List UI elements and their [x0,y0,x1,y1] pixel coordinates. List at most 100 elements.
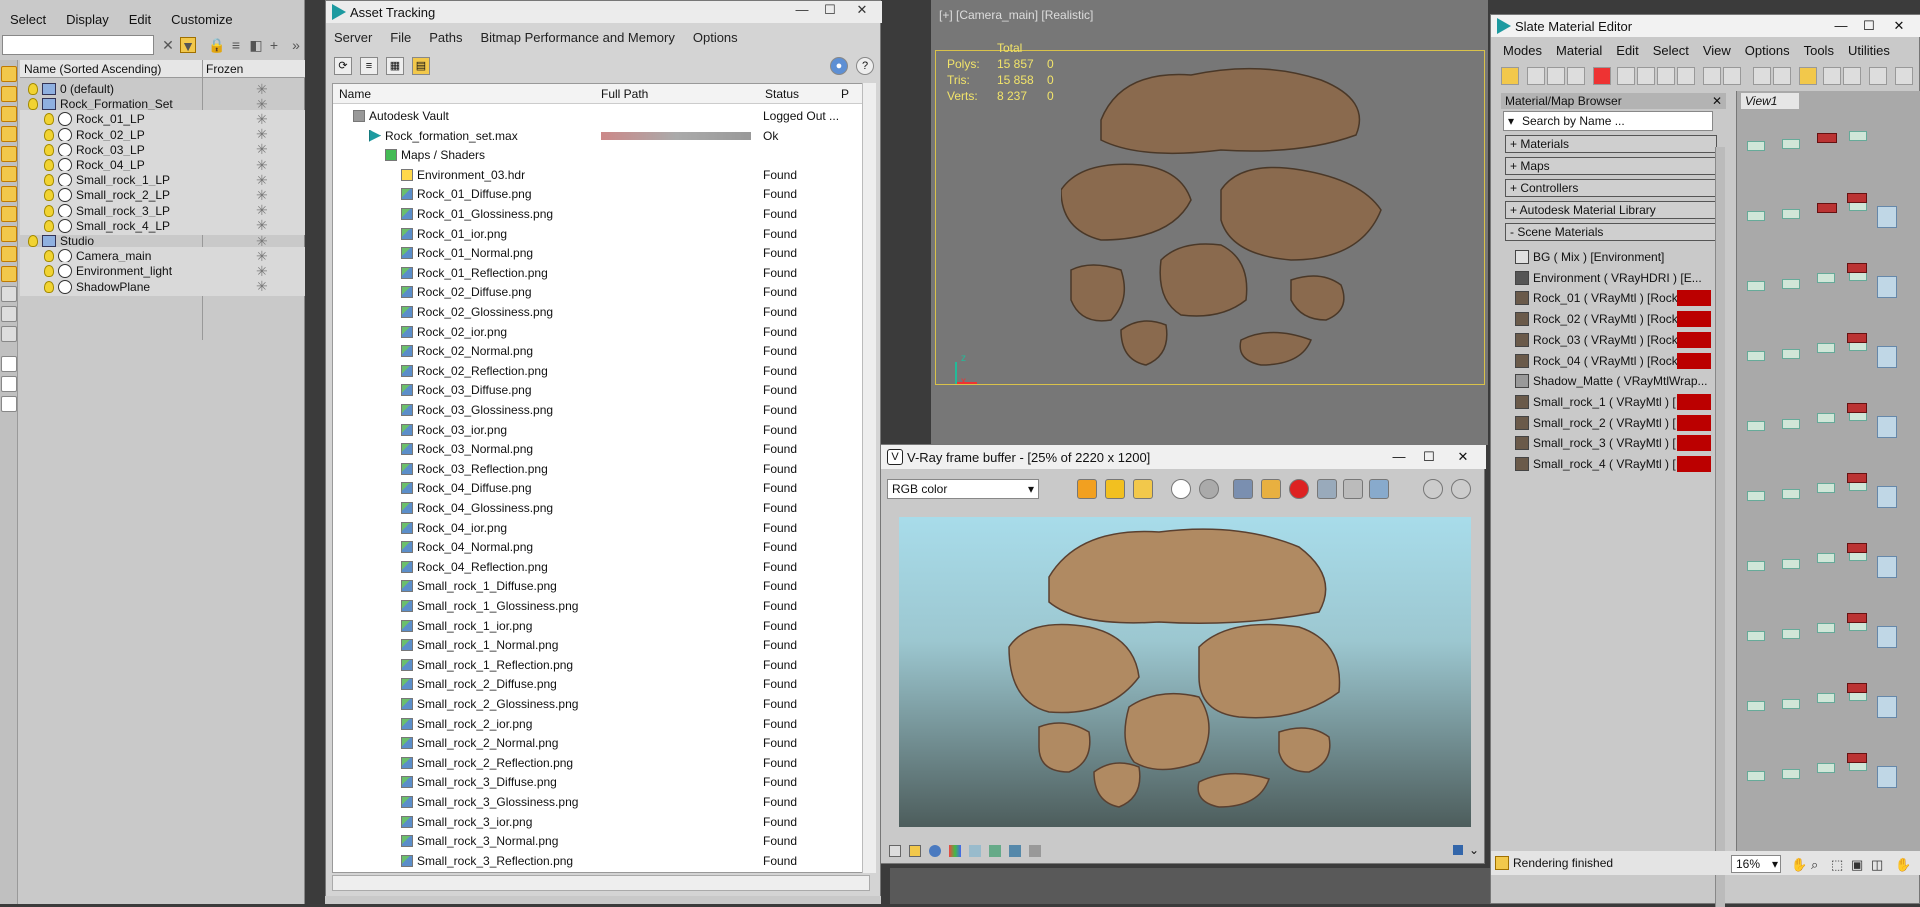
mono-channel-toggle[interactable] [1199,479,1219,499]
view-tab[interactable]: View1 [1741,93,1799,109]
group-icon[interactable] [1,206,17,222]
camera-icon[interactable] [1,146,17,162]
shape-icon[interactable] [1,106,17,122]
asset-row[interactable]: Small_rock_1_Normal.png Found [333,635,857,655]
material-item[interactable]: Small_rock_2 ( VRayMtl ) [ [1515,413,1711,433]
lens-effects-icon[interactable] [1029,845,1041,857]
clear-filter-icon[interactable]: ✕ [160,37,176,53]
visibility-bulb-icon[interactable] [28,235,38,247]
refresh-icon[interactable]: ⟳ [334,57,352,75]
menu-paths[interactable]: Paths [429,30,462,45]
material-node[interactable] [1817,763,1835,773]
asset-row[interactable]: Maps / Shaders [333,145,857,165]
channel-select[interactable]: RGB color ▾ [887,479,1039,499]
material-node[interactable] [1782,209,1800,219]
material-node[interactable] [1747,491,1765,501]
asset-row[interactable]: Small_rock_2_Glossiness.png Found [333,694,857,714]
material-node[interactable] [1817,623,1835,633]
material-node[interactable] [1782,769,1800,779]
red-channel-toggle[interactable] [1077,479,1097,499]
histogram-icon[interactable] [1009,845,1021,857]
vraymtl-node[interactable] [1877,486,1897,508]
region-render-icon[interactable] [1343,479,1363,499]
asset-row[interactable]: Small_rock_3_Diffuse.png Found [333,772,857,792]
layout-all-icon[interactable] [1703,67,1721,85]
material-node[interactable] [1747,211,1765,221]
browser-section[interactable]: + Autodesk Material Library [1505,201,1717,219]
vfb-minimize-button[interactable]: — [1389,449,1409,465]
lock-icon[interactable]: 🔒 [208,37,225,53]
material-item[interactable]: Rock_04 ( VRayMtl ) [Rock [1515,351,1711,371]
vraymtl-node[interactable] [1877,626,1897,648]
material-node[interactable] [1747,281,1765,291]
asset-row[interactable]: Small_rock_3_Glossiness.png Found [333,792,857,812]
camera-viewport[interactable]: [+] [Camera_main] [Realistic] Total Poly… [931,0,1488,445]
expand-chevron-icon[interactable]: » [288,37,304,53]
menu-options[interactable]: Options [693,30,738,45]
parameter-editor-icon[interactable] [1773,67,1791,85]
levels-icon[interactable] [949,845,961,857]
table-view-icon[interactable]: ▤ [412,57,430,75]
visibility-bulb-icon[interactable] [44,280,54,293]
asset-row[interactable]: Rock_01_ior.png Found [333,224,857,244]
material-node[interactable] [1817,413,1835,423]
material-node[interactable] [1782,349,1800,359]
material-item[interactable]: BG ( Mix ) [Environment] [1515,247,1711,267]
background-icon[interactable] [1657,67,1675,85]
vfb-close-button[interactable]: ✕ [1453,449,1473,465]
slate-maximize-button[interactable]: ☐ [1859,18,1879,34]
thumbnail-view-icon[interactable]: ▦ [386,57,404,75]
put-to-scene-icon[interactable] [1567,67,1585,85]
browser-section[interactable]: - Scene Materials [1505,223,1717,241]
clear-image-icon[interactable] [1289,479,1309,499]
blue-channel-toggle[interactable] [1133,479,1153,499]
zoom-selected-icon[interactable]: ◫ [1871,857,1883,873]
color-correction-icon[interactable] [909,845,921,857]
menu-material[interactable]: Material [1556,43,1602,58]
menu-display[interactable]: Display [66,12,109,27]
visibility-bulb-icon[interactable] [44,113,54,126]
visibility-bulb-icon[interactable] [28,98,38,111]
bitmap-node[interactable] [1847,753,1867,763]
maximize-button[interactable]: ☐ [820,3,840,19]
assign-material-icon[interactable] [1547,67,1565,85]
invert-display-icon[interactable] [1,326,17,342]
material-node[interactable] [1747,421,1765,431]
material-item[interactable]: Rock_03 ( VRayMtl ) [Rock [1515,330,1711,350]
column-p[interactable]: P [841,87,849,101]
material-item[interactable]: Rock_01 ( VRayMtl ) [Rock [1515,288,1711,308]
material-item[interactable]: Environment ( VRayHDRI ) [E... [1515,268,1711,288]
material-node[interactable] [1782,559,1800,569]
menu-options[interactable]: Options [1745,43,1790,58]
asset-row[interactable]: Small_rock_1_Glossiness.png Found [333,596,857,616]
material-node[interactable] [1782,139,1800,149]
menu-bitmap-performance[interactable]: Bitmap Performance and Memory [481,30,675,45]
copy-to-max-icon[interactable] [1317,479,1337,499]
visibility-bulb-icon[interactable] [44,143,54,156]
more-icon[interactable] [1895,67,1913,85]
asset-row[interactable]: Rock_01_Reflection.png Found [333,263,857,283]
alpha-channel-toggle[interactable] [1171,479,1191,499]
material-item[interactable]: Small_rock_1 ( VRayMtl ) [ [1515,392,1711,412]
display-none-icon[interactable] [1,306,17,322]
asset-row[interactable]: Small_rock_1_Reflection.png Found [333,655,857,675]
material-node[interactable] [1747,771,1765,781]
material-map-browser-toggle-icon[interactable] [1753,67,1771,85]
browser-section[interactable]: + Materials [1505,135,1717,153]
material-item[interactable]: Shadow_Matte ( VRayMtlWrap... [1515,371,1711,391]
vfb-maximize-button[interactable]: ☐ [1419,449,1439,465]
bitmap-node[interactable] [1847,263,1867,273]
scene-row[interactable]: ShadowPlane ✳ [20,277,305,296]
arrange-icon[interactable] [1869,67,1887,85]
exposure-icon[interactable] [989,845,1001,857]
asset-table-vscrollbar[interactable] [862,83,876,873]
material-node[interactable] [1747,631,1765,641]
material-node[interactable] [1817,693,1835,703]
bitmap-node[interactable] [1847,403,1867,413]
zoom-extents-icon[interactable]: ▣ [1851,857,1863,873]
info-icon[interactable] [929,845,941,857]
vraymtl-node[interactable] [1877,416,1897,438]
asset-row[interactable]: Small_rock_2_Normal.png Found [333,733,857,753]
menu-customize[interactable]: Customize [171,12,232,27]
visibility-bulb-icon[interactable] [44,159,54,171]
